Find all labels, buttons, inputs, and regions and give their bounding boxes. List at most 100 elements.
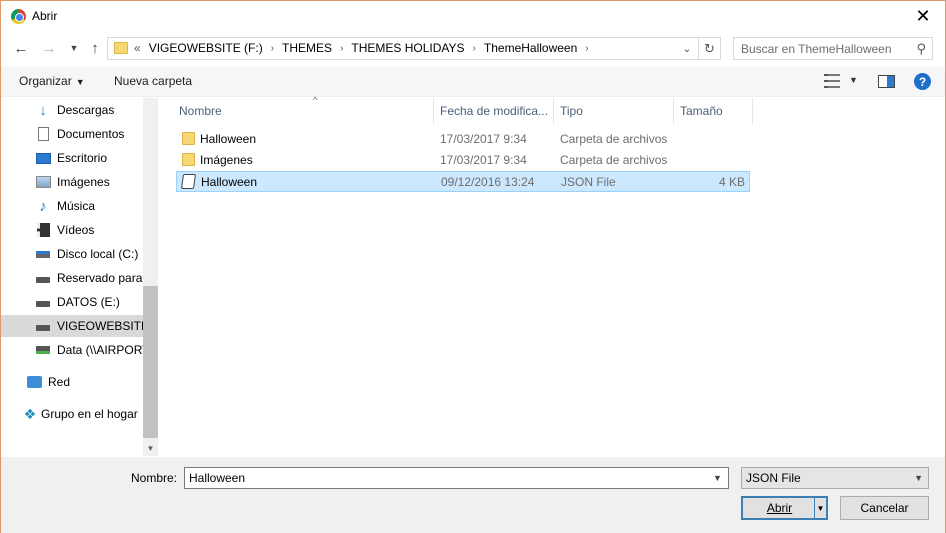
- scroll-down-icon[interactable]: ▼: [143, 440, 158, 456]
- search-placeholder: Buscar en ThemeHalloween: [741, 42, 892, 56]
- cancel-button[interactable]: Cancelar: [840, 496, 929, 520]
- forward-button[interactable]: →: [39, 38, 59, 58]
- file-row[interactable]: Halloween 09/12/2016 13:24 JSON File 4 K…: [176, 171, 750, 192]
- sidebar-item-label: Vídeos: [57, 223, 95, 237]
- open-options-caret-icon[interactable]: ▼: [814, 498, 826, 518]
- preview-pane-icon[interactable]: [878, 75, 895, 88]
- chevron-down-icon: ▼: [914, 473, 923, 483]
- open-file-dialog: Abrir ✕ ← → ▼ ↑ « VIGEOWEBSITE (F:) › TH…: [0, 0, 946, 533]
- file-name: Halloween: [200, 132, 257, 146]
- column-header-name[interactable]: Nombre ^: [173, 95, 434, 124]
- sidebar-item-label: VIGEOWEBSITE (F:): [57, 319, 143, 333]
- sidebar-item-escritorio[interactable]: Escritorio: [1, 147, 143, 169]
- music-icon: ♪: [39, 197, 47, 215]
- column-header-label: Nombre: [179, 104, 222, 118]
- breadcrumb-item[interactable]: THEMES: [282, 41, 332, 55]
- view-caret-icon[interactable]: ▼: [849, 75, 858, 85]
- window-title: Abrir: [32, 9, 58, 23]
- sidebar-item-label: Documentos: [57, 127, 125, 141]
- refresh-icon[interactable]: ↻: [698, 38, 720, 59]
- file-row[interactable]: Halloween 17/03/2017 9:34 Carpeta de arc…: [176, 129, 750, 150]
- sidebar-item-documentos[interactable]: Documentos: [1, 123, 143, 145]
- sidebar-item-vigeowebsite-f[interactable]: VIGEOWEBSITE (F:): [1, 315, 143, 337]
- file-name: Halloween: [201, 175, 258, 189]
- breadcrumb-item[interactable]: VIGEOWEBSITE (F:): [149, 41, 263, 55]
- breadcrumb-overflow[interactable]: «: [134, 41, 141, 55]
- navigation-bar: ← → ▼ ↑ « VIGEOWEBSITE (F:) › THEMES › T…: [1, 34, 945, 62]
- column-header-label: Tamaño: [680, 104, 723, 118]
- file-list: Nombre ^ Fecha de modifica... Tipo Tamañ…: [159, 95, 945, 456]
- sidebar-item-musica[interactable]: ♪ Música: [1, 195, 143, 217]
- sidebar-item-imagenes[interactable]: Imágenes: [1, 171, 143, 193]
- file-type: Carpeta de archivos: [560, 153, 668, 167]
- folder-icon: [182, 132, 195, 145]
- chevron-right-icon[interactable]: ›: [585, 43, 588, 54]
- new-folder-button[interactable]: Nueva carpeta: [114, 74, 192, 88]
- json-file-icon: [180, 174, 197, 189]
- sidebar-item-descargas[interactable]: ↓ Descargas: [1, 99, 143, 121]
- filename-label: Nombre:: [131, 471, 178, 485]
- sidebar-item-red[interactable]: Red: [1, 371, 143, 393]
- sidebar-item-videos[interactable]: Vídeos: [1, 219, 143, 241]
- open-button[interactable]: Abrir ▼: [741, 496, 828, 520]
- file-row[interactable]: Imágenes 17/03/2017 9:34 Carpeta de arch…: [176, 150, 750, 171]
- chrome-icon: [11, 9, 26, 24]
- chevron-right-icon[interactable]: ›: [340, 43, 343, 54]
- title-bar: Abrir ✕: [1, 1, 945, 32]
- file-type: Carpeta de archivos: [560, 132, 668, 146]
- folder-icon: [182, 153, 195, 166]
- sidebar-item-disco-local-c[interactable]: Disco local (C:): [1, 243, 143, 265]
- dialog-footer: Nombre: ▼ JSON File ▼ Abrir ▼ Cancelar: [1, 457, 945, 533]
- breadcrumb: « VIGEOWEBSITE (F:) › THEMES › THEMES HO…: [134, 41, 597, 55]
- breadcrumb-item[interactable]: ThemeHalloween: [484, 41, 577, 55]
- back-button[interactable]: ←: [11, 38, 31, 58]
- drive-icon: [35, 294, 51, 310]
- sidebar-item-grupo-hogar[interactable]: ❖ Grupo en el hogar: [1, 403, 143, 425]
- sidebar-item-reservado[interactable]: Reservado para el sistema: [1, 267, 143, 289]
- sidebar-item-label: Data (\\AIRPORT: [57, 343, 143, 357]
- filename-history-chevron-icon[interactable]: ▼: [713, 473, 722, 483]
- chevron-right-icon[interactable]: ›: [473, 43, 476, 54]
- search-input[interactable]: Buscar en ThemeHalloween ⚲: [733, 37, 933, 60]
- scrollbar-thumb[interactable]: [143, 286, 158, 438]
- command-bar: Organizar ▼ Nueva carpeta ▼ ?: [1, 67, 945, 97]
- file-date: 17/03/2017 9:34: [440, 153, 527, 167]
- sidebar-item-label: Reservado para el sistema: [57, 271, 143, 285]
- chevron-down-icon: ▼: [69, 43, 79, 53]
- sidebar-scrollbar[interactable]: ▼: [143, 98, 158, 456]
- file-type-select[interactable]: JSON File ▼: [741, 467, 929, 489]
- view-options-icon[interactable]: [824, 74, 840, 88]
- sidebar-item-label: DATOS (E:): [57, 295, 120, 309]
- organize-label: Organizar: [19, 74, 72, 88]
- address-history-chevron-icon[interactable]: ⌄: [680, 41, 694, 57]
- file-date: 09/12/2016 13:24: [441, 175, 535, 189]
- drive-icon: [35, 318, 51, 334]
- address-bar[interactable]: « VIGEOWEBSITE (F:) › THEMES › THEMES HO…: [107, 37, 721, 60]
- sidebar-item-data-airport[interactable]: Data (\\AIRPORT: [1, 339, 143, 361]
- pictures-icon: [35, 174, 51, 190]
- file-type-selected: JSON File: [746, 471, 801, 485]
- recent-locations-button[interactable]: ▼: [64, 38, 84, 58]
- sidebar-item-datos-e[interactable]: DATOS (E:): [1, 291, 143, 313]
- file-type: JSON File: [561, 175, 616, 189]
- drive-icon: [35, 270, 51, 286]
- file-date: 17/03/2017 9:34: [440, 132, 527, 146]
- column-header-label: Tipo: [560, 104, 583, 118]
- organize-button[interactable]: Organizar ▼: [19, 74, 85, 88]
- network-icon: [26, 374, 42, 390]
- up-button[interactable]: ↑: [85, 38, 105, 58]
- breadcrumb-item[interactable]: THEMES HOLIDAYS: [351, 41, 464, 55]
- drive-windows-icon: [35, 246, 51, 262]
- help-icon[interactable]: ?: [914, 73, 931, 90]
- close-button[interactable]: ✕: [901, 1, 945, 31]
- column-header-size[interactable]: Tamaño: [674, 98, 753, 124]
- arrow-left-icon: ←: [13, 39, 29, 57]
- desktop-icon: [35, 150, 51, 166]
- column-header-type[interactable]: Tipo: [554, 98, 674, 124]
- arrow-right-icon: →: [41, 39, 57, 57]
- column-header-date[interactable]: Fecha de modifica...: [434, 98, 554, 124]
- chevron-right-icon[interactable]: ›: [271, 43, 274, 54]
- filename-input[interactable]: [184, 467, 729, 489]
- sort-ascending-icon: ^: [313, 95, 318, 105]
- sidebar-item-label: Música: [57, 199, 96, 213]
